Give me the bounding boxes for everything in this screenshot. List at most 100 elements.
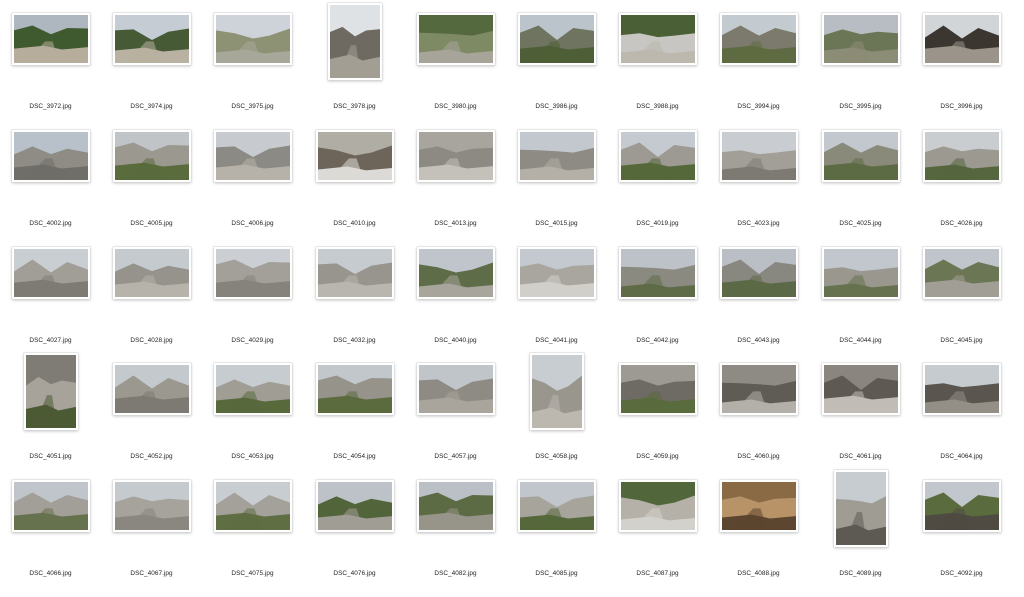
- image-thumbnail[interactable]: [618, 363, 697, 415]
- image-thumbnail[interactable]: [112, 363, 191, 415]
- image-thumbnail[interactable]: [517, 130, 596, 182]
- image-thumbnail[interactable]: [517, 13, 596, 65]
- file-item[interactable]: DSC_4061.jpg: [810, 363, 911, 480]
- image-thumbnail[interactable]: [922, 130, 1001, 182]
- image-thumbnail[interactable]: [922, 480, 1001, 532]
- image-thumbnail[interactable]: [821, 247, 900, 299]
- image-thumbnail[interactable]: [112, 130, 191, 182]
- file-item[interactable]: DSC_4028.jpg: [101, 247, 202, 364]
- file-item[interactable]: DSC_4058.jpg: [506, 352, 607, 480]
- image-thumbnail[interactable]: [11, 13, 90, 65]
- file-item[interactable]: DSC_4006.jpg: [202, 130, 303, 247]
- file-item[interactable]: DSC_4059.jpg: [607, 363, 708, 480]
- image-thumbnail[interactable]: [618, 247, 697, 299]
- file-item[interactable]: DSC_4076.jpg: [304, 480, 405, 597]
- image-thumbnail[interactable]: [213, 130, 292, 182]
- file-item[interactable]: DSC_4082.jpg: [405, 480, 506, 597]
- file-item[interactable]: DSC_4005.jpg: [101, 130, 202, 247]
- file-item[interactable]: DSC_4060.jpg: [708, 363, 809, 480]
- file-item[interactable]: DSC_4019.jpg: [607, 130, 708, 247]
- file-item[interactable]: DSC_4053.jpg: [202, 363, 303, 480]
- file-item[interactable]: DSC_4025.jpg: [810, 130, 911, 247]
- file-item[interactable]: DSC_4088.jpg: [708, 480, 809, 597]
- image-thumbnail[interactable]: [327, 2, 382, 80]
- file-item[interactable]: DSC_4026.jpg: [911, 130, 1012, 247]
- file-item[interactable]: DSC_3995.jpg: [810, 13, 911, 130]
- image-thumbnail[interactable]: [416, 247, 495, 299]
- file-item[interactable]: DSC_3994.jpg: [708, 13, 809, 130]
- image-thumbnail[interactable]: [213, 13, 292, 65]
- file-item[interactable]: DSC_4051.jpg: [0, 352, 101, 480]
- image-thumbnail[interactable]: [821, 363, 900, 415]
- image-thumbnail[interactable]: [517, 247, 596, 299]
- image-thumbnail[interactable]: [719, 363, 798, 415]
- image-thumbnail[interactable]: [112, 247, 191, 299]
- file-item[interactable]: DSC_3986.jpg: [506, 13, 607, 130]
- file-item[interactable]: DSC_4057.jpg: [405, 363, 506, 480]
- image-thumbnail[interactable]: [719, 130, 798, 182]
- image-thumbnail[interactable]: [719, 480, 798, 532]
- image-thumbnail[interactable]: [315, 247, 394, 299]
- image-thumbnail[interactable]: [529, 352, 584, 430]
- file-item[interactable]: DSC_4045.jpg: [911, 247, 1012, 364]
- file-item[interactable]: DSC_4052.jpg: [101, 363, 202, 480]
- image-thumbnail[interactable]: [416, 13, 495, 65]
- file-item[interactable]: DSC_4010.jpg: [304, 130, 405, 247]
- image-thumbnail[interactable]: [618, 13, 697, 65]
- file-item[interactable]: DSC_3996.jpg: [911, 13, 1012, 130]
- image-thumbnail[interactable]: [719, 13, 798, 65]
- image-thumbnail[interactable]: [315, 363, 394, 415]
- file-item[interactable]: DSC_4075.jpg: [202, 480, 303, 597]
- image-thumbnail[interactable]: [416, 363, 495, 415]
- file-item[interactable]: DSC_4013.jpg: [405, 130, 506, 247]
- file-item[interactable]: DSC_4092.jpg: [911, 480, 1012, 597]
- file-item[interactable]: DSC_4089.jpg: [810, 469, 911, 597]
- image-thumbnail[interactable]: [112, 13, 191, 65]
- image-thumbnail[interactable]: [416, 480, 495, 532]
- file-item[interactable]: DSC_4064.jpg: [911, 363, 1012, 480]
- file-item[interactable]: DSC_4029.jpg: [202, 247, 303, 364]
- file-item[interactable]: DSC_4041.jpg: [506, 247, 607, 364]
- file-item[interactable]: DSC_3988.jpg: [607, 13, 708, 130]
- file-item[interactable]: DSC_4015.jpg: [506, 130, 607, 247]
- image-thumbnail[interactable]: [922, 247, 1001, 299]
- file-item[interactable]: DSC_4066.jpg: [0, 480, 101, 597]
- image-thumbnail[interactable]: [922, 363, 1001, 415]
- image-thumbnail[interactable]: [315, 480, 394, 532]
- image-thumbnail[interactable]: [213, 247, 292, 299]
- image-thumbnail[interactable]: [112, 480, 191, 532]
- image-thumbnail[interactable]: [833, 469, 888, 547]
- image-thumbnail[interactable]: [416, 130, 495, 182]
- image-thumbnail[interactable]: [11, 130, 90, 182]
- image-thumbnail[interactable]: [517, 480, 596, 532]
- image-thumbnail[interactable]: [213, 363, 292, 415]
- image-thumbnail[interactable]: [11, 480, 90, 532]
- file-item[interactable]: DSC_4067.jpg: [101, 480, 202, 597]
- file-item[interactable]: DSC_4032.jpg: [304, 247, 405, 364]
- file-item[interactable]: DSC_4023.jpg: [708, 130, 809, 247]
- image-thumbnail[interactable]: [315, 130, 394, 182]
- file-item[interactable]: DSC_4054.jpg: [304, 363, 405, 480]
- file-item[interactable]: DSC_4043.jpg: [708, 247, 809, 364]
- image-thumbnail[interactable]: [23, 352, 78, 430]
- file-item[interactable]: DSC_4085.jpg: [506, 480, 607, 597]
- file-item[interactable]: DSC_3972.jpg: [0, 13, 101, 130]
- file-item[interactable]: DSC_4040.jpg: [405, 247, 506, 364]
- file-item[interactable]: DSC_4002.jpg: [0, 130, 101, 247]
- file-item[interactable]: DSC_3978.jpg: [304, 2, 405, 130]
- file-item[interactable]: DSC_3975.jpg: [202, 13, 303, 130]
- image-thumbnail[interactable]: [821, 13, 900, 65]
- image-thumbnail[interactable]: [719, 247, 798, 299]
- file-item[interactable]: DSC_3974.jpg: [101, 13, 202, 130]
- image-thumbnail[interactable]: [821, 130, 900, 182]
- file-item[interactable]: DSC_3980.jpg: [405, 13, 506, 130]
- file-item[interactable]: DSC_4044.jpg: [810, 247, 911, 364]
- image-thumbnail[interactable]: [213, 480, 292, 532]
- file-item[interactable]: DSC_4087.jpg: [607, 480, 708, 597]
- image-thumbnail[interactable]: [618, 130, 697, 182]
- file-item[interactable]: DSC_4027.jpg: [0, 247, 101, 364]
- image-thumbnail[interactable]: [11, 247, 90, 299]
- image-thumbnail[interactable]: [618, 480, 697, 532]
- file-item[interactable]: DSC_4042.jpg: [607, 247, 708, 364]
- image-thumbnail[interactable]: [922, 13, 1001, 65]
